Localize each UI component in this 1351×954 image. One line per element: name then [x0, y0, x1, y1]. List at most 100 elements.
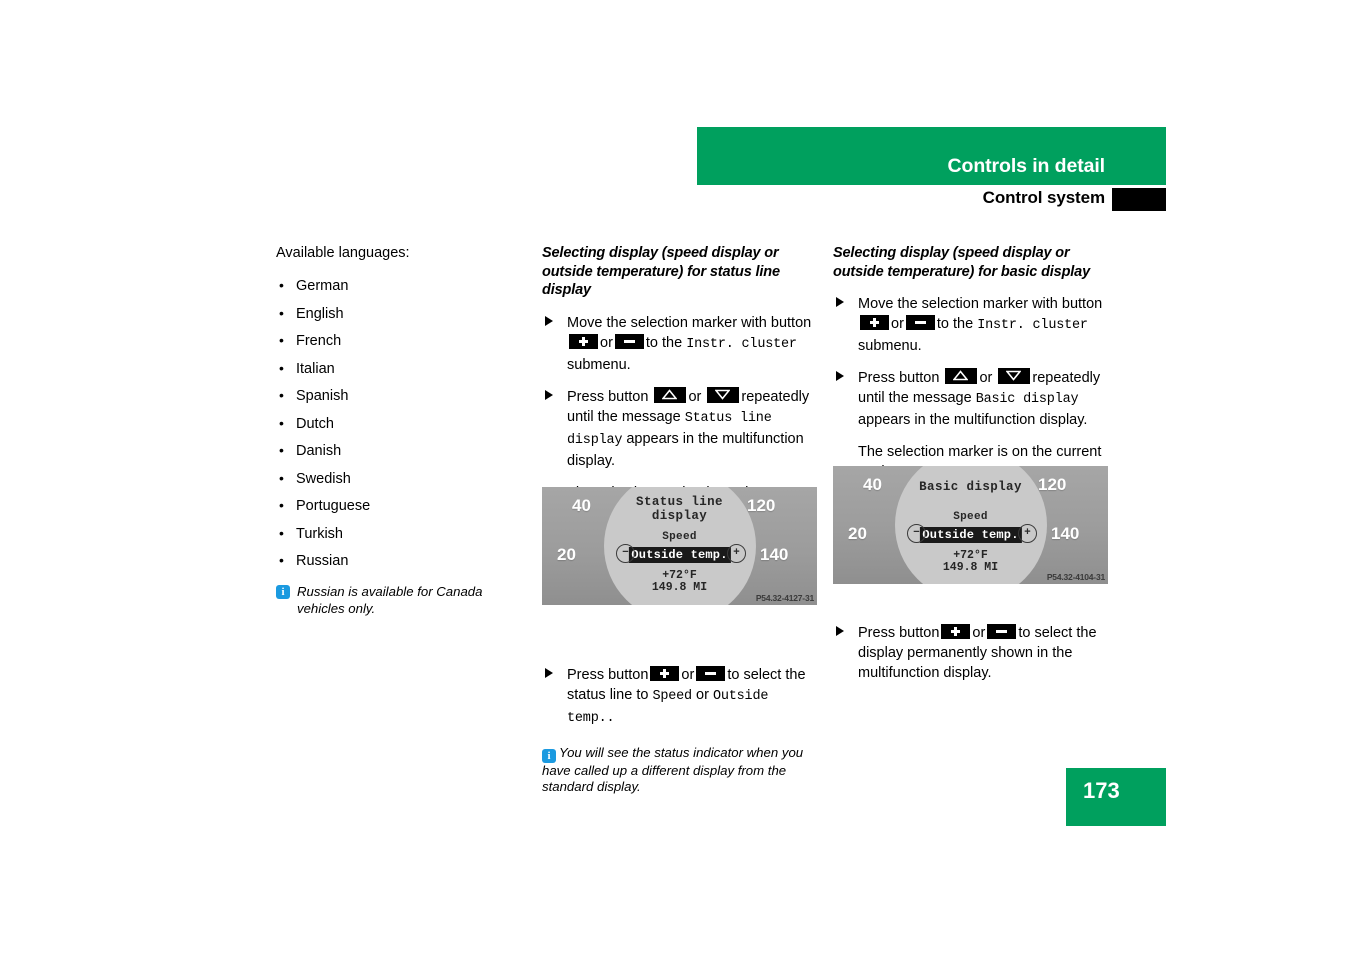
speed-mark-140: 140	[760, 545, 789, 564]
bullet-arrow-icon	[545, 389, 553, 400]
info-icon: i	[542, 748, 556, 763]
list-item: Turkish	[276, 524, 516, 543]
figure-reference-code: P54.32-4104-31	[1046, 572, 1105, 582]
chevron-down-icon	[715, 389, 731, 400]
step-text: Move the selection marker with button	[567, 314, 812, 331]
mfd-plus-indicator: +	[727, 544, 746, 563]
mfd-title-line1: Status line	[636, 495, 723, 509]
page-title: Controls in detail	[947, 155, 1106, 177]
up-button-icon	[654, 386, 687, 403]
mfd-option-outside-temp-selected: Outside temp.	[919, 525, 1022, 543]
bullet-arrow-icon	[836, 371, 844, 381]
list-item: English	[276, 304, 516, 323]
page-number: 173	[1083, 778, 1120, 803]
plus-button-icon	[569, 333, 598, 349]
mfd-option-outside-temp-selected: Outside temp.	[628, 545, 731, 563]
menu-path-label: Instr. cluster	[686, 336, 797, 352]
chevron-up-icon	[953, 370, 969, 381]
language-availability-note: i Russian is available for Canada vehicle…	[276, 584, 516, 617]
basic-display-section-heading: Selecting display (speed display or outs…	[833, 245, 1090, 280]
bullet-arrow-icon	[836, 626, 844, 636]
mfd-minus-indicator: −	[907, 524, 926, 543]
step-text: or	[696, 686, 709, 703]
mfd-odometer: 149.8 MI	[942, 561, 999, 574]
speed-mark-120: 120	[1038, 475, 1067, 494]
available-languages-heading: Available languages:	[276, 245, 410, 261]
step-text: Press button	[567, 666, 649, 683]
plus-button-icon	[650, 665, 680, 681]
chevron-up-icon	[662, 388, 678, 399]
list-item: French	[276, 331, 516, 350]
info-icon: i	[276, 585, 290, 599]
header-banner: Controls in detail	[697, 127, 1166, 185]
step-text: appears in the multifunction display.	[858, 412, 1088, 428]
mfd-title-line1: Basic display	[919, 480, 1022, 494]
mfd-plus-indicator: +	[1018, 524, 1037, 543]
speed-mark-20: 20	[557, 545, 576, 564]
down-button-icon	[998, 368, 1031, 384]
minus-button-icon	[987, 624, 1017, 639]
step-text: Press button	[858, 625, 940, 641]
step-text: to the	[936, 316, 974, 332]
bullet-arrow-icon	[836, 297, 844, 307]
header-subtitle-row: Control system	[697, 188, 1166, 212]
minus-button-icon	[905, 315, 935, 330]
speed-mark-40: 40	[863, 475, 882, 494]
step-text: or	[891, 316, 904, 332]
list-item: German	[276, 276, 516, 295]
chevron-down-icon	[1006, 370, 1022, 381]
message-label: Basic display	[975, 392, 1079, 407]
down-button-icon	[707, 386, 740, 403]
step-press-until-status-message: Press button or repeatedly until the mes…	[542, 386, 820, 471]
bullet-arrow-icon	[545, 667, 553, 678]
mfd-minus-indicator: −	[616, 544, 635, 563]
speed-mark-40: 40	[572, 496, 591, 515]
list-item: Russian	[276, 551, 516, 570]
mfd-odometer: 149.8 MI	[651, 581, 708, 594]
speed-mark-140: 140	[1051, 524, 1080, 543]
option-speed-label: Speed	[652, 688, 692, 704]
status-indicator-note: i You will see the status indicator when …	[542, 745, 820, 796]
menu-path-label: Instr. cluster	[977, 318, 1088, 333]
step-text: submenu.	[858, 338, 922, 354]
left-column: Available languages: German English Fren…	[276, 244, 516, 617]
step-move-marker-basic: Move the selection marker with button or t…	[833, 294, 1111, 356]
step-select-permanent-display: Press button or to select the display perm…	[833, 623, 1111, 683]
step-text: or	[979, 370, 993, 386]
plus-button-icon	[860, 315, 889, 330]
step-text: submenu.	[567, 356, 631, 373]
minus-button-icon	[614, 333, 644, 349]
step-text: Press button	[567, 388, 649, 405]
step-text: or	[681, 666, 695, 683]
plus-button-icon	[941, 624, 971, 639]
step-press-until-basic-message: Press button or repeatedly until the mes…	[833, 368, 1111, 430]
list-item: Portuguese	[276, 496, 516, 515]
speed-mark-20: 20	[848, 524, 867, 543]
language-list: German English French Italian Spanish Du…	[276, 276, 516, 570]
speed-mark-120: 120	[747, 496, 776, 515]
chapter-tab-marker	[1112, 188, 1166, 211]
step-text: to the	[645, 334, 683, 351]
status-line-section-heading: Selecting display (speed display or outs…	[542, 245, 780, 298]
figure-basic-display: 40 20 120 140 Basic display Speed Outsid…	[833, 466, 1108, 584]
step-text: or	[600, 334, 613, 351]
mfd-option-speed: Speed	[953, 511, 988, 523]
bullet-arrow-icon	[545, 315, 553, 326]
step-text: or	[972, 625, 986, 641]
note-text: Russian is available for Canada vehicles…	[297, 584, 483, 616]
list-item: Danish	[276, 441, 516, 460]
note-text: You will see the status indicator when y…	[542, 744, 804, 795]
step-text: or	[688, 388, 702, 405]
mfd-option-speed: Speed	[662, 531, 697, 543]
minus-button-icon	[696, 665, 726, 681]
step-select-status-line: Press button or to select the status line …	[542, 665, 820, 729]
list-item: Swedish	[276, 469, 516, 488]
list-item: Dutch	[276, 414, 516, 433]
figure-status-line-display: 40 20 120 140 Status line display Speed …	[542, 487, 817, 605]
figure-reference-code: P54.32-4127-31	[755, 593, 814, 603]
list-item: Spanish	[276, 386, 516, 405]
page-number-badge: 173	[1066, 768, 1166, 826]
step-move-marker-status: Move the selection marker with button or t…	[542, 313, 820, 375]
up-button-icon	[945, 368, 978, 384]
mfd-title-line2: display	[651, 509, 708, 523]
